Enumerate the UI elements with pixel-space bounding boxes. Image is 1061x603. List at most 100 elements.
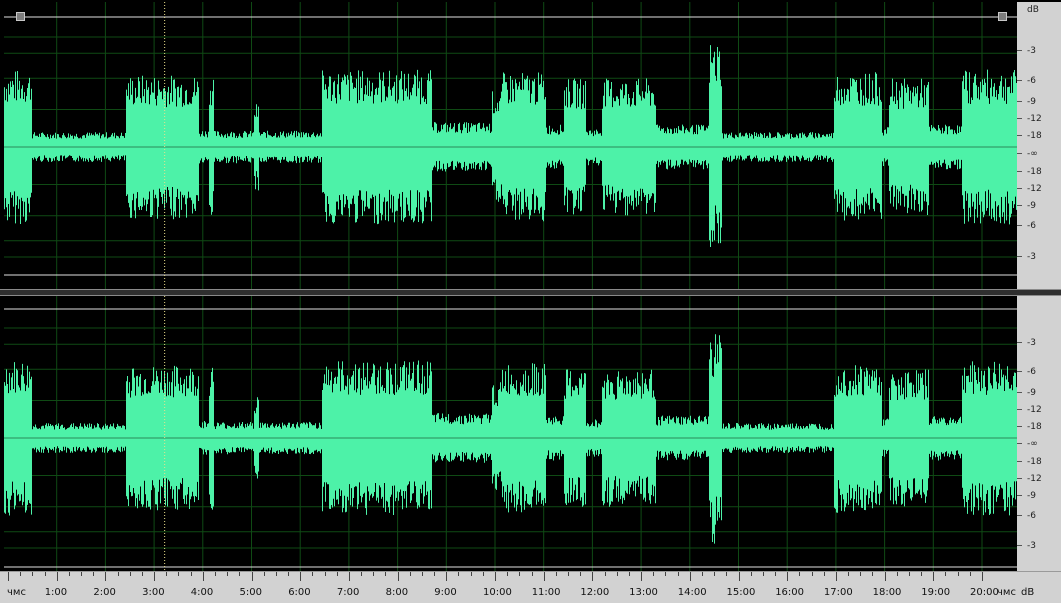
time-ruler-tick <box>507 572 509 576</box>
db-scale-top-label: -∞ <box>1027 149 1038 159</box>
db-scale-top-label: -9 <box>1027 201 1036 211</box>
time-ruler-tick <box>227 572 229 576</box>
time-ruler-tick <box>568 572 570 576</box>
time-ruler-tick <box>348 572 350 581</box>
time-ruler-tick <box>373 572 375 576</box>
time-ruler-tick <box>312 572 314 576</box>
time-ruler-label: 12:00 <box>580 587 610 598</box>
db-scale-bottom-label: -6 <box>1027 367 1036 377</box>
time-ruler-tick <box>44 572 46 576</box>
waveform-channel-left[interactable] <box>4 2 1017 289</box>
db-scale-top-label: -12 <box>1027 184 1042 194</box>
time-ruler-tick <box>470 572 472 576</box>
db-scale-bottom-tick <box>1017 545 1022 546</box>
time-ruler-tick <box>8 572 9 581</box>
db-scale-top-tick <box>1017 153 1022 154</box>
db-scale-top-tick <box>1017 171 1022 172</box>
time-ruler-label: 1:00 <box>44 587 68 598</box>
time-ruler-end-label: чмс <box>997 587 1016 598</box>
time-ruler-tick <box>202 572 204 581</box>
time-ruler-label: 5:00 <box>239 587 262 598</box>
waveform-channel-right[interactable] <box>4 296 1017 571</box>
time-ruler-tick <box>957 572 959 576</box>
waveform-editor[interactable]: dB -3 -6 -9 -12 -18 -∞ -18 -12 -9 -6 -3 -3 -6 -9 -12-… <box>0 0 1061 603</box>
db-scale-bottom-label: -12 <box>1027 474 1042 484</box>
time-ruler-tick <box>409 572 411 576</box>
db-scale-bottom-label: -18 <box>1027 457 1042 467</box>
loop-start-handle-icon[interactable] <box>16 12 25 21</box>
channel-divider[interactable] <box>0 289 1061 296</box>
time-ruler-label: 17:00 <box>823 587 853 598</box>
db-scale-bottom-tick <box>1017 371 1022 372</box>
db-ruler-bottom: -3 -6 -9 -12 -18 -∞ -18 -12 -9 -6 -3 <box>1017 296 1061 571</box>
time-ruler-tick <box>835 572 837 581</box>
db-scale-bottom-tick <box>1017 478 1022 479</box>
time-ruler-tick <box>848 572 850 576</box>
time-ruler-tick <box>787 572 789 581</box>
time-ruler-tick <box>336 572 338 576</box>
time-ruler-tick <box>628 572 630 576</box>
time-ruler-tick <box>117 572 119 576</box>
db-scale-bottom-label: -12 <box>1027 405 1042 415</box>
time-ruler-tick <box>81 572 83 576</box>
time-ruler-tick <box>93 572 95 576</box>
db-scale-bottom-tick <box>1017 443 1022 444</box>
time-ruler-tick <box>519 572 521 576</box>
time-ruler-tick <box>543 572 545 581</box>
time-ruler-label: 7:00 <box>336 587 360 598</box>
time-ruler-tick <box>397 572 399 581</box>
time-ruler-label: 8:00 <box>385 587 409 598</box>
time-ruler-tick <box>190 572 192 576</box>
time-ruler-tick <box>811 572 813 576</box>
time-ruler-tick <box>361 572 363 576</box>
db-scale-top-label: -18 <box>1027 167 1042 177</box>
db-scale-bottom-tick <box>1017 392 1022 393</box>
time-ruler-tick <box>604 572 606 576</box>
time-ruler-tick <box>726 572 728 576</box>
db-scale-top-label: -12 <box>1027 114 1042 124</box>
db-scale-top-tick <box>1017 225 1022 226</box>
db-scale-bottom-tick <box>1017 495 1022 496</box>
time-ruler-tick <box>531 572 533 576</box>
time-ruler-tick <box>775 572 777 576</box>
time-ruler-tick <box>945 572 947 576</box>
time-ruler-tick <box>665 572 667 576</box>
time-ruler-tick <box>263 572 265 576</box>
time-ruler-tick <box>555 572 557 576</box>
time-ruler-tick <box>762 572 764 576</box>
time-ruler-tick <box>872 572 874 576</box>
time-ruler-tick <box>896 572 898 576</box>
time-ruler-label: 10:00 <box>483 587 512 598</box>
time-ruler-label: 3:00 <box>142 587 165 598</box>
time-ruler-tick <box>166 572 168 576</box>
db-scale-bottom-label: -18 <box>1027 422 1042 432</box>
time-ruler-tick <box>105 572 107 581</box>
time-ruler-tick <box>616 572 618 576</box>
time-ruler-tick <box>677 572 679 576</box>
db-scale-bottom-tick <box>1017 426 1022 427</box>
time-ruler-label: 15:00 <box>726 587 756 598</box>
time-ruler-tick <box>214 572 216 576</box>
db-scale-bottom-tick <box>1017 409 1022 410</box>
waveform-right-svg <box>4 296 1017 571</box>
time-ruler-label: 18:00 <box>872 587 902 598</box>
time-ruler-tick <box>56 572 58 581</box>
time-ruler-tick <box>68 572 70 576</box>
time-ruler-tick <box>641 572 643 581</box>
loop-end-handle-icon[interactable] <box>998 12 1007 21</box>
time-ruler-tick <box>921 572 923 576</box>
time-ruler-label: 2:00 <box>93 587 116 598</box>
db-scale-bottom-tick <box>1017 515 1022 516</box>
time-ruler-tick <box>251 572 253 581</box>
time-ruler[interactable]: чмс чмс dB 1:00 2:00 3:00 4:00 5:00 6:00 7:00 8… <box>0 571 1061 603</box>
time-ruler-tick <box>288 572 290 576</box>
waveform-path-left <box>4 45 1017 247</box>
time-ruler-tick <box>434 572 436 576</box>
time-ruler-tick <box>982 572 983 581</box>
time-ruler-tick <box>908 572 910 576</box>
time-ruler-tick <box>884 572 886 581</box>
time-ruler-label: 14:00 <box>677 587 707 598</box>
time-ruler-tick <box>458 572 460 576</box>
time-ruler-label: 20:00 <box>970 587 999 598</box>
time-ruler-tick <box>300 572 302 581</box>
